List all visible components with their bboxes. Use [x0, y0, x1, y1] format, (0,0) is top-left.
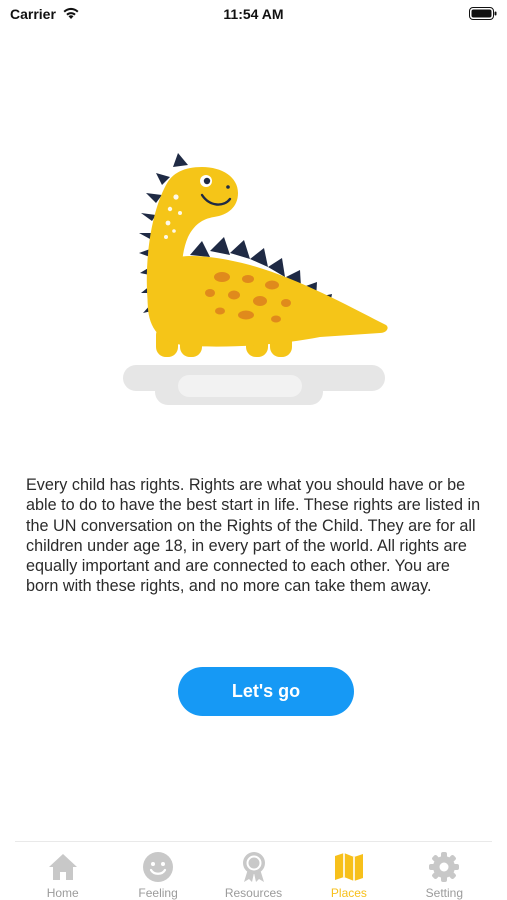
- smiley-icon: [141, 851, 175, 883]
- tab-bar: Home Feeling Resources Places Setting: [15, 841, 492, 900]
- tab-resources-label: Resources: [224, 886, 283, 900]
- gear-icon: [427, 851, 461, 883]
- award-icon: [237, 851, 271, 883]
- status-bar: Carrier 11:54 AM: [0, 0, 507, 30]
- map-icon: [332, 851, 366, 883]
- tab-feeling-label: Feeling: [138, 886, 178, 900]
- dinosaur-illustration: [123, 153, 388, 405]
- tab-home[interactable]: Home: [15, 842, 110, 900]
- home-icon: [46, 851, 80, 883]
- tab-resources[interactable]: Resources: [206, 842, 301, 900]
- tab-places[interactable]: Places: [301, 842, 396, 900]
- battery-icon: [469, 7, 497, 20]
- lets-go-button[interactable]: Let's go: [178, 667, 354, 716]
- tab-feeling[interactable]: Feeling: [110, 842, 205, 900]
- status-time: 11:54 AM: [223, 6, 284, 22]
- tab-setting[interactable]: Setting: [397, 842, 492, 900]
- tab-home-label: Home: [46, 886, 79, 900]
- tab-places-label: Places: [330, 886, 367, 900]
- intro-paragraph: Every child has rights. Rights are what …: [26, 476, 481, 596]
- tab-setting-label: Setting: [425, 886, 463, 900]
